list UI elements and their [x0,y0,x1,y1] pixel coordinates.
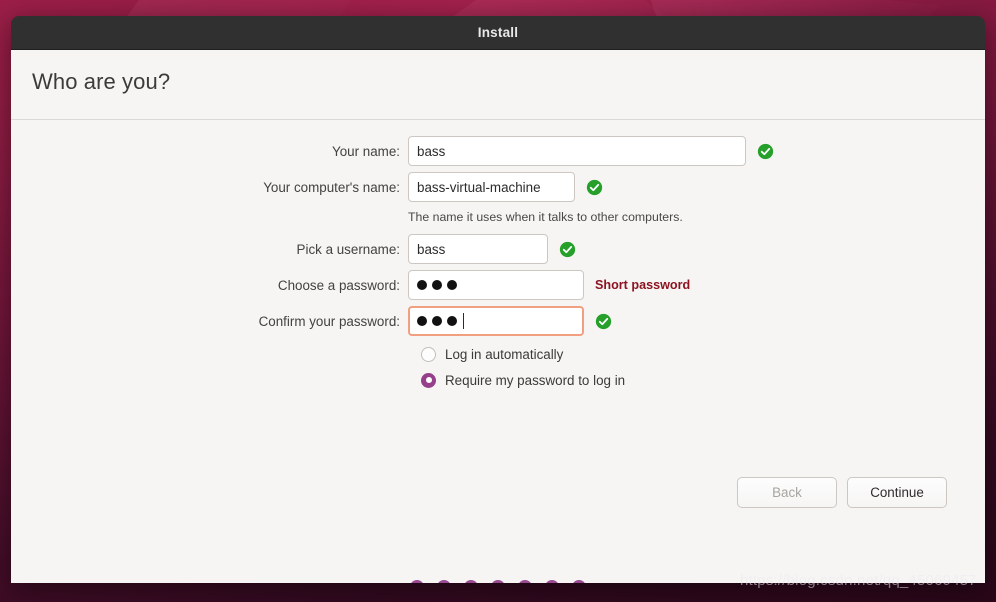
radio-label-login-automatically: Log in automatically [445,346,564,362]
progress-dot [545,580,559,583]
user-setup-form: Your name: Your computer's name: The nam… [11,136,985,394]
computer-name-hint-row: The name it uses when it talks to other … [11,206,985,228]
label-confirm-password: Confirm your password: [258,313,400,329]
field-row-your-name: Your name: [11,136,985,166]
continue-button[interactable]: Continue [847,477,947,508]
window-titlebar: Install [11,16,985,50]
progress-dot [410,580,424,583]
password-dot [447,316,457,326]
field-row-password: Choose a password: Short password [11,270,985,300]
username-input[interactable] [408,234,548,264]
password-dot [417,316,427,326]
password-mask [417,271,575,299]
radio-label-require-password: Require my password to log in [445,372,626,388]
progress-dot [491,580,505,583]
radio-row-login-automatically[interactable]: Log in automatically [11,342,985,366]
your-name-input[interactable] [408,136,746,166]
confirm-password-mask [417,308,575,334]
radio-require-password[interactable] [421,372,436,388]
page-title: Who are you? [32,69,171,94]
password-input[interactable] [408,270,584,300]
password-dot [432,280,442,290]
window-title: Install [477,25,519,40]
header-divider [11,119,985,120]
label-your-name: Your name: [332,143,400,159]
field-row-computer-name: Your computer's name: [11,172,985,202]
text-caret [463,313,464,329]
progress-dot [464,580,478,583]
confirm-password-input[interactable] [408,306,584,336]
computer-name-input[interactable] [408,172,575,202]
progress-dot [572,580,586,583]
field-row-confirm-password: Confirm your password: [11,306,985,336]
password-dot [447,280,457,290]
navigation-buttons: Back Continue [737,477,947,508]
check-circle-icon [595,313,612,329]
radio-login-automatically[interactable] [421,346,436,362]
password-dot [432,316,442,326]
progress-dots [11,580,985,583]
field-row-username: Pick a username: [11,234,985,264]
window-content: Who are you? Your name: Your computer's … [11,50,985,583]
computer-name-hint: The name it uses when it talks to other … [408,210,683,224]
radio-row-require-password[interactable]: Require my password to log in [11,368,985,392]
progress-dot [437,580,451,583]
progress-dot [518,580,532,583]
back-button[interactable]: Back [737,477,837,508]
check-circle-icon [757,143,774,159]
password-dot [417,280,427,290]
install-window: Install Who are you? Your name: Your com… [11,16,985,583]
label-computer-name: Your computer's name: [263,179,400,195]
password-warning: Short password [595,278,691,292]
check-circle-icon [586,179,603,195]
label-username: Pick a username: [296,241,400,257]
label-password: Choose a password: [277,277,400,293]
check-circle-icon [559,241,576,257]
